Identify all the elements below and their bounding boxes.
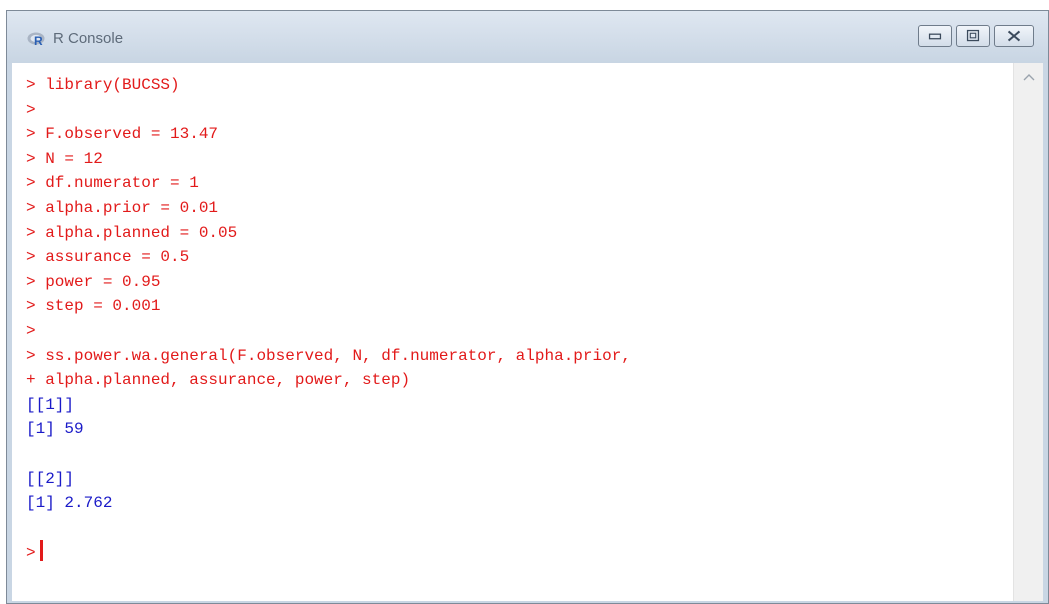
console-lines: > library(BUCSS) > > F.observed = 13.47 > N… <box>26 73 631 565</box>
console-command-line: > ss.power.wa.general(F.observed, N, df.… <box>26 346 631 365</box>
console-command-line: > power = 0.95 <box>26 272 161 291</box>
console-output-line: [[1]] <box>26 395 75 414</box>
scroll-up-arrow-icon[interactable] <box>1023 73 1035 81</box>
svg-text:R: R <box>34 34 43 47</box>
vertical-scrollbar[interactable] <box>1013 63 1043 601</box>
console-prompt-line[interactable]: > <box>26 540 631 565</box>
console-command-line: > N = 12 <box>26 149 103 168</box>
prompt-symbol: > <box>26 544 36 563</box>
close-icon <box>1007 30 1021 42</box>
console-command-line: > F.observed = 13.47 <box>26 125 219 144</box>
console-command-line: > library(BUCSS) <box>26 76 180 94</box>
title-bar[interactable]: R R Console <box>7 11 1048 63</box>
console-command-line: > <box>26 321 36 340</box>
maximize-icon <box>966 29 980 42</box>
text-cursor <box>39 540 43 562</box>
console-command-line: > assurance = 0.5 <box>26 248 190 267</box>
r-console-window: R R Console > library(BUCSS) > > F.obser… <box>6 10 1049 604</box>
console-output-area[interactable]: > library(BUCSS) > > F.observed = 13.47 > N… <box>12 63 1013 601</box>
window-title: R Console <box>53 30 124 47</box>
console-output-line: [1] 2.762 <box>26 494 113 513</box>
console-command-line: + alpha.planned, assurance, power, step) <box>26 371 411 390</box>
console-output-line: [[2]] <box>26 469 75 488</box>
console-command-line: > alpha.planned = 0.05 <box>26 223 238 242</box>
console-command-line: > df.numerator = 1 <box>26 174 199 193</box>
window-controls <box>918 25 1034 47</box>
console-command-line: > step = 0.001 <box>26 297 161 316</box>
r-logo-icon: R <box>27 32 45 47</box>
minimize-icon <box>928 33 942 40</box>
console-command-line: > <box>26 100 36 119</box>
maximize-button[interactable] <box>956 25 990 47</box>
console-output-line: [1] 59 <box>26 420 84 439</box>
console-command-line: > alpha.prior = 0.01 <box>26 198 219 217</box>
close-button[interactable] <box>994 25 1034 47</box>
minimize-button[interactable] <box>918 25 952 47</box>
